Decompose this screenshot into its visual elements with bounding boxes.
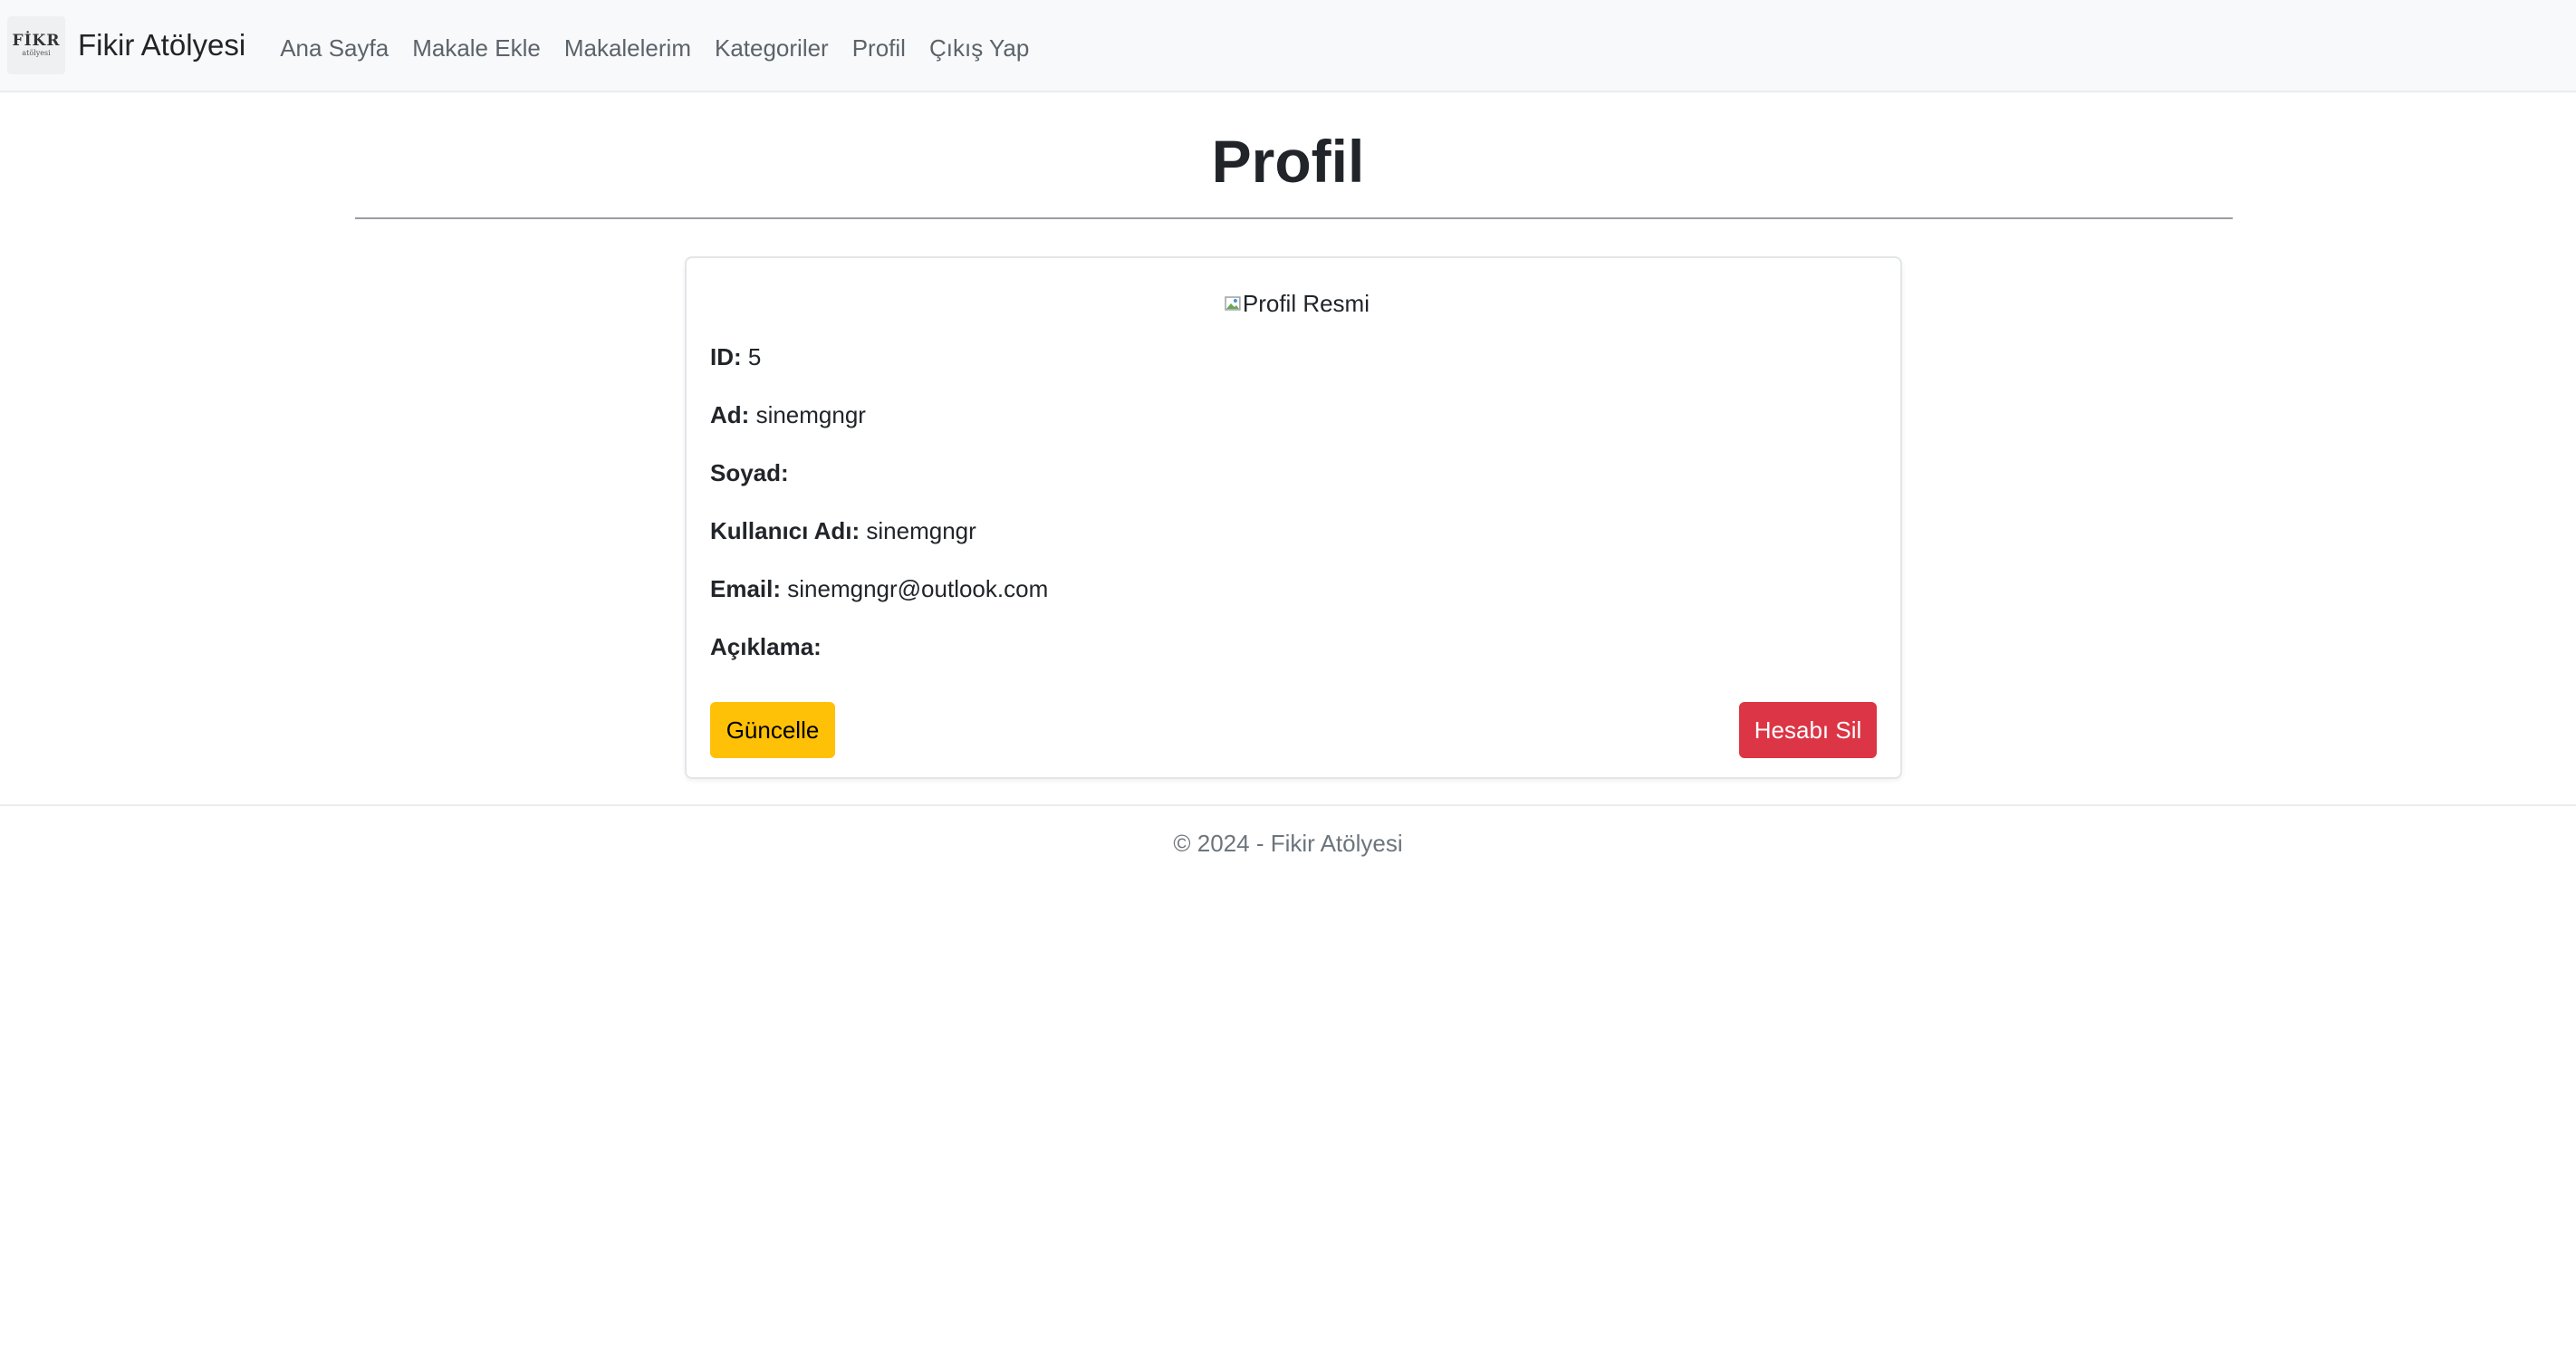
- field-id-label: ID:: [710, 343, 742, 370]
- field-last-name-label: Soyad:: [710, 459, 789, 486]
- nav-link-profile[interactable]: Profil: [852, 29, 906, 62]
- footer-divider: [0, 804, 2576, 806]
- brand-link[interactable]: FİKR atölyesi Fikir Atölyesi: [7, 16, 245, 74]
- navbar: FİKR atölyesi Fikir Atölyesi Ana Sayfa M…: [0, 0, 2576, 92]
- profile-image-alt: Profil Resmi: [1242, 289, 1370, 317]
- nav-link-logout[interactable]: Çıkış Yap: [929, 29, 1029, 62]
- site-logo: FİKR atölyesi: [7, 16, 65, 74]
- profile-card: Profil Resmi ID: 5 Ad: sinemgngr Soyad: …: [685, 256, 1902, 779]
- field-description-label: Açıklama:: [710, 633, 822, 660]
- field-username-value: sinemgngr: [866, 517, 976, 544]
- nav-link-my-articles[interactable]: Makalelerim: [564, 29, 691, 62]
- nav-link-categories[interactable]: Kategoriler: [715, 29, 829, 62]
- update-button[interactable]: Güncelle: [710, 702, 835, 758]
- field-first-name-label: Ad:: [710, 401, 750, 428]
- field-username-label: Kullanıcı Adı:: [710, 517, 860, 544]
- nav-link-home[interactable]: Ana Sayfa: [280, 29, 389, 62]
- title-divider: [355, 217, 2233, 219]
- footer-text: © 2024 - Fikir Atölyesi: [1173, 830, 1403, 857]
- field-email: Email: sinemgngr@outlook.com: [710, 575, 1048, 603]
- field-email-label: Email:: [710, 575, 782, 602]
- profile-image: Profil Resmi: [1225, 285, 1370, 322]
- field-id: ID: 5: [710, 343, 761, 371]
- page-title: Profil: [1211, 128, 1365, 195]
- brand-name: Fikir Atölyesi: [78, 28, 246, 62]
- field-first-name-value: sinemgngr: [755, 401, 866, 428]
- field-id-value: 5: [747, 343, 762, 370]
- field-username: Kullanıcı Adı: sinemgngr: [710, 517, 976, 545]
- logo-text-top: FİKR: [12, 32, 61, 50]
- broken-image-icon: [1225, 296, 1241, 311]
- nav-links: Ana Sayfa Makale Ekle Makalelerim Katego…: [280, 29, 1053, 62]
- delete-account-button[interactable]: Hesabı Sil: [1739, 702, 1877, 758]
- nav-link-add-article[interactable]: Makale Ekle: [412, 29, 541, 62]
- field-last-name: Soyad:: [710, 459, 789, 487]
- field-email-value: sinemgngr@outlook.com: [787, 575, 1049, 602]
- logo-text-bottom: atölyesi: [22, 49, 51, 57]
- field-description: Açıklama:: [710, 633, 822, 661]
- field-first-name: Ad: sinemgngr: [710, 401, 866, 429]
